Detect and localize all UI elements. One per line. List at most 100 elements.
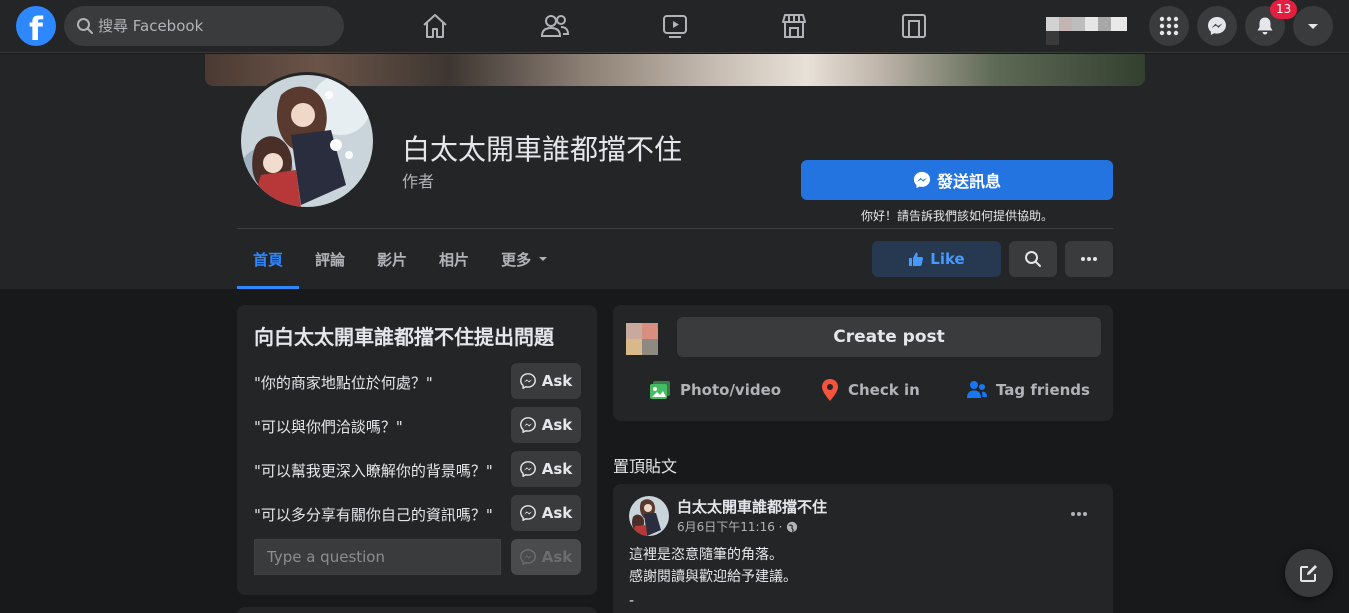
- ask-label: Ask: [541, 504, 573, 522]
- suggested-question: "你的商家地點位於何處？": [254, 374, 433, 392]
- pinned-posts-heading: 置頂貼文: [613, 457, 678, 476]
- send-message-label: 發送訊息: [936, 172, 1001, 191]
- friends-icon[interactable]: [539, 10, 571, 42]
- ask-button[interactable]: Ask: [511, 495, 581, 531]
- submit-question-label: Ask: [541, 548, 573, 566]
- search-page-button[interactable]: [1009, 241, 1057, 277]
- watch-video-icon[interactable]: [659, 10, 691, 42]
- messenger-icon: [519, 505, 536, 521]
- tab-label: 評論: [315, 250, 346, 269]
- send-message-hint: 你好！請告訴我們該如何提供協助。: [860, 209, 1053, 223]
- send-message-button[interactable]: 發送訊息: [801, 160, 1113, 200]
- tab-reviews[interactable]: 評論: [299, 229, 361, 289]
- tab-label: 相片: [439, 250, 470, 269]
- menu-button[interactable]: [1149, 6, 1189, 46]
- tab-label: 影片: [377, 250, 408, 269]
- page-category: 作者: [402, 172, 435, 191]
- messenger-icon: [519, 461, 536, 477]
- account-menu-button[interactable]: [1293, 6, 1333, 46]
- tab-label: 首頁: [253, 250, 284, 269]
- profile-shortcut[interactable]: [1046, 17, 1127, 45]
- profile-avatar-icon: [1046, 17, 1127, 45]
- ask-label: Ask: [541, 460, 573, 478]
- post-text-line: 這裡是恣意隨筆的角落。: [629, 547, 783, 563]
- cover-photo[interactable]: [205, 54, 1145, 86]
- bell-icon: [1257, 17, 1273, 35]
- public-globe-icon: [787, 521, 798, 532]
- post-options-button[interactable]: [1062, 500, 1096, 528]
- suggested-question-row: "可以幫我更深入瞭解你的背景嗎？" Ask: [254, 451, 581, 487]
- search-box[interactable]: [64, 6, 344, 46]
- search-icon: [77, 18, 93, 34]
- user-avatar[interactable]: [626, 323, 658, 355]
- photo-video-label: Photo/video: [680, 381, 782, 399]
- page-header: [0, 54, 1349, 289]
- post-author-name[interactable]: 白太太開車誰都擋不住: [677, 496, 827, 517]
- like-page-button[interactable]: Like: [872, 241, 1001, 277]
- suggested-question-row: "可以多分享有關你自己的資訊嗎？" Ask: [254, 495, 581, 531]
- messenger-icon: [913, 171, 931, 189]
- location-pin-icon: [822, 379, 838, 401]
- top-navigation-bar: f 13: [0, 0, 1349, 53]
- suggested-question: "可以幫我更深入瞭解你的背景嗎？": [254, 462, 493, 480]
- ask-card-title: 向白太太開車誰都擋不住提出問題: [254, 325, 554, 349]
- thumbs-up-icon: [909, 252, 924, 266]
- suggested-question: "可以與你們洽談嗎？": [254, 418, 403, 436]
- post-timestamp[interactable]: 6月6日下午11:16 ·: [677, 518, 798, 535]
- messenger-icon: [519, 549, 536, 565]
- search-icon: [1025, 251, 1041, 267]
- ask-label: Ask: [541, 416, 573, 434]
- post-time-text: 6月6日下午11:16 ·: [677, 520, 783, 534]
- photo-video-icon: [650, 381, 670, 399]
- ellipsis-icon: [1071, 512, 1087, 516]
- messenger-icon: [519, 373, 536, 389]
- page-title: 白太太開車誰都擋不住: [402, 133, 683, 166]
- home-icon[interactable]: [419, 10, 451, 42]
- tab-videos[interactable]: 影片: [361, 229, 423, 289]
- marketplace-icon[interactable]: [778, 10, 810, 42]
- suggested-question-row: "你的商家地點位於何處？" Ask: [254, 363, 581, 399]
- ask-button[interactable]: Ask: [511, 451, 581, 487]
- question-input[interactable]: [254, 539, 501, 575]
- grid-menu-icon: [1159, 16, 1179, 36]
- tab-photos[interactable]: 相片: [423, 229, 485, 289]
- caret-down-icon: [1308, 24, 1318, 29]
- page-tabs: 首頁 評論 影片 相片 更多: [237, 229, 565, 289]
- facebook-logo-icon[interactable]: f: [16, 6, 56, 46]
- ellipsis-icon: [1081, 257, 1097, 261]
- check-in-button[interactable]: Check in: [820, 376, 920, 404]
- post-author-avatar[interactable]: [629, 496, 669, 536]
- notification-count-badge: 13: [1270, 0, 1298, 19]
- author-avatar-illustration: [629, 496, 669, 536]
- caret-down-icon: [539, 257, 548, 261]
- post-text-line: 感謝閱讀與歡迎給予建議。: [629, 569, 797, 585]
- suggested-question-row: "可以與你們洽談嗎？" Ask: [254, 407, 581, 443]
- messenger-button[interactable]: [1197, 6, 1237, 46]
- page-profile-picture[interactable]: [238, 72, 376, 210]
- submit-question-button[interactable]: Ask: [511, 539, 581, 575]
- messenger-icon: [519, 417, 536, 433]
- photo-video-button[interactable]: Photo/video: [648, 376, 781, 404]
- suggested-question: "可以多分享有關你自己的資訊嗎？": [254, 506, 493, 524]
- tab-label: 更多: [501, 250, 532, 269]
- more-options-button[interactable]: [1065, 241, 1113, 277]
- tag-friends-button[interactable]: Tag friends: [966, 376, 1090, 404]
- compose-edit-icon: [1300, 565, 1317, 582]
- profile-picture-illustration: [241, 75, 373, 207]
- tag-friends-icon: [967, 381, 987, 398]
- ask-button[interactable]: Ask: [511, 407, 581, 443]
- gaming-icon[interactable]: [898, 10, 930, 42]
- tab-more[interactable]: 更多: [485, 229, 565, 289]
- like-label: Like: [930, 250, 965, 268]
- messenger-icon: [1208, 17, 1226, 35]
- create-post-button[interactable]: Create post: [677, 317, 1101, 357]
- tag-friends-label: Tag friends: [996, 381, 1090, 399]
- tab-home[interactable]: 首頁: [237, 229, 300, 289]
- check-in-label: Check in: [848, 381, 920, 399]
- ask-label: Ask: [541, 372, 573, 390]
- search-input[interactable]: [98, 6, 334, 46]
- post-text-line: -: [629, 593, 635, 609]
- next-card: [237, 607, 597, 613]
- ask-button[interactable]: Ask: [511, 363, 581, 399]
- new-message-button[interactable]: [1285, 549, 1333, 597]
